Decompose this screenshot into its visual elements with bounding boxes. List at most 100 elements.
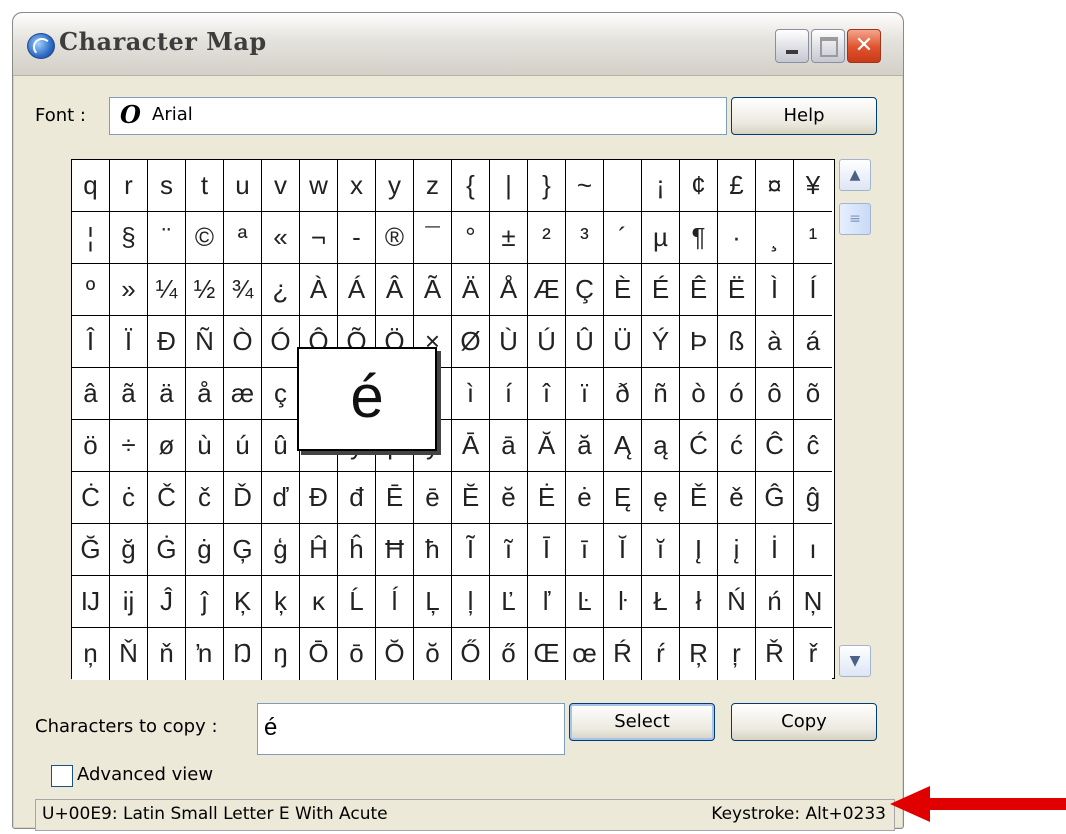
character-cell[interactable]: ć (718, 420, 756, 472)
character-cell[interactable]: ò (680, 368, 718, 420)
character-cell[interactable]: å (186, 368, 224, 420)
character-cell[interactable]: ç (262, 368, 300, 420)
character-cell[interactable]: ŕ (642, 628, 680, 680)
character-cell[interactable]: ő (490, 628, 528, 680)
character-cell[interactable]: Œ (528, 628, 566, 680)
character-cell[interactable]: ġ (186, 524, 224, 576)
character-cell[interactable]: ñ (642, 368, 680, 420)
character-cell[interactable]: ¼ (148, 264, 186, 316)
character-cell[interactable]: į (718, 524, 756, 576)
character-cell[interactable]: Ķ (224, 576, 262, 628)
character-cell[interactable]: Ħ (376, 524, 414, 576)
character-cell[interactable]: ¯ (414, 212, 452, 264)
character-cell[interactable]: Č (148, 472, 186, 524)
character-cell[interactable]: v (262, 160, 300, 212)
character-cell[interactable]: ĳ (110, 576, 148, 628)
character-cell[interactable]: Ĩ (452, 524, 490, 576)
character-cell[interactable]: Ć (680, 420, 718, 472)
character-cell[interactable]: | (490, 160, 528, 212)
character-cell[interactable]: © (186, 212, 224, 264)
character-cell[interactable]: ŏ (414, 628, 452, 680)
character-cell[interactable]: Ą (604, 420, 642, 472)
character-cell[interactable]: ¶ (680, 212, 718, 264)
character-cell[interactable]: Î (72, 316, 110, 368)
grid-scrollbar[interactable]: ▲ ≡ ▼ (835, 159, 873, 677)
character-cell[interactable]: î (528, 368, 566, 420)
character-cell[interactable]: ħ (414, 524, 452, 576)
character-cell[interactable]: ĥ (338, 524, 376, 576)
character-cell[interactable]: ı (794, 524, 832, 576)
character-cell[interactable]: ŀ (604, 576, 642, 628)
character-cell[interactable]: ¦ (72, 212, 110, 264)
character-cell[interactable]: á (794, 316, 832, 368)
character-cell[interactable]: ´ (604, 212, 642, 264)
character-cell[interactable]: ì (452, 368, 490, 420)
character-cell[interactable]: Ó (262, 316, 300, 368)
character-cell[interactable]: Ĵ (148, 576, 186, 628)
character-cell[interactable]: Å (490, 264, 528, 316)
character-cell[interactable]: û (262, 420, 300, 472)
character-cell[interactable]: ľ (528, 576, 566, 628)
character-cell[interactable]: ¡ (642, 160, 680, 212)
character-cell[interactable]: Ã (414, 264, 452, 316)
character-cell[interactable]: Ñ (186, 316, 224, 368)
character-cell[interactable]: Ü (604, 316, 642, 368)
character-cell[interactable]: Ċ (72, 472, 110, 524)
character-cell[interactable]: Ō (300, 628, 338, 680)
character-cell[interactable]: ° (452, 212, 490, 264)
scroll-down-button[interactable]: ▼ (839, 645, 871, 677)
character-cell[interactable]: s (148, 160, 186, 212)
character-cell[interactable]: ½ (186, 264, 224, 316)
character-cell[interactable]: Ĝ (756, 472, 794, 524)
character-cell[interactable]: Û (566, 316, 604, 368)
character-cell[interactable]: ń (756, 576, 794, 628)
character-cell[interactable]: ³ (566, 212, 604, 264)
character-cell[interactable]: ð (604, 368, 642, 420)
character-cell[interactable]: Í (794, 264, 832, 316)
character-cell[interactable]: ě (718, 472, 756, 524)
character-cell[interactable]: x (338, 160, 376, 212)
close-button[interactable]: ✕ (847, 29, 881, 63)
character-cell[interactable]: ģ (262, 524, 300, 576)
character-cell[interactable]: ÷ (110, 420, 148, 472)
maximize-button[interactable] (811, 29, 845, 63)
character-cell[interactable]: ĝ (794, 472, 832, 524)
character-cell[interactable]: Ė (528, 472, 566, 524)
character-cell[interactable]: Ý (642, 316, 680, 368)
character-cell[interactable]: ô (756, 368, 794, 420)
character-cell[interactable]: Ī (528, 524, 566, 576)
character-cell[interactable]: Þ (680, 316, 718, 368)
character-cell[interactable]: Ę (604, 472, 642, 524)
character-cell[interactable]: ă (566, 420, 604, 472)
character-cell[interactable]: Ĺ (338, 576, 376, 628)
character-cell[interactable]: Ĕ (452, 472, 490, 524)
character-cell[interactable]: Ĉ (756, 420, 794, 472)
character-cell[interactable]: ď (262, 472, 300, 524)
character-cell[interactable]: ß (718, 316, 756, 368)
character-cell[interactable]: £ (718, 160, 756, 212)
character-cell[interactable]: Ņ (794, 576, 832, 628)
character-cell[interactable]: } (528, 160, 566, 212)
character-cell[interactable]: Ř (756, 628, 794, 680)
character-cell[interactable]: § (110, 212, 148, 264)
character-cell[interactable]: Ł (642, 576, 680, 628)
character-cell[interactable]: ¥ (794, 160, 832, 212)
character-cell[interactable]: ¢ (680, 160, 718, 212)
character-cell[interactable]: Ā (452, 420, 490, 472)
character-cell[interactable]: Ŀ (566, 576, 604, 628)
character-cell[interactable]: ņ (72, 628, 110, 680)
character-cell[interactable]: ó (718, 368, 756, 420)
character-cell[interactable]: È (604, 264, 642, 316)
character-cell[interactable]: Ø (452, 316, 490, 368)
character-cell[interactable]: ň (148, 628, 186, 680)
character-cell[interactable]: ¸ (756, 212, 794, 264)
character-cell[interactable]: ù (186, 420, 224, 472)
character-cell[interactable]: ł (680, 576, 718, 628)
character-cell[interactable]: Ï (110, 316, 148, 368)
character-cell[interactable]: ą (642, 420, 680, 472)
character-cell[interactable]: ĵ (186, 576, 224, 628)
character-cell[interactable]: · (718, 212, 756, 264)
character-cell[interactable]: Ĥ (300, 524, 338, 576)
character-cell[interactable]: â (72, 368, 110, 420)
character-cell[interactable]: à (756, 316, 794, 368)
